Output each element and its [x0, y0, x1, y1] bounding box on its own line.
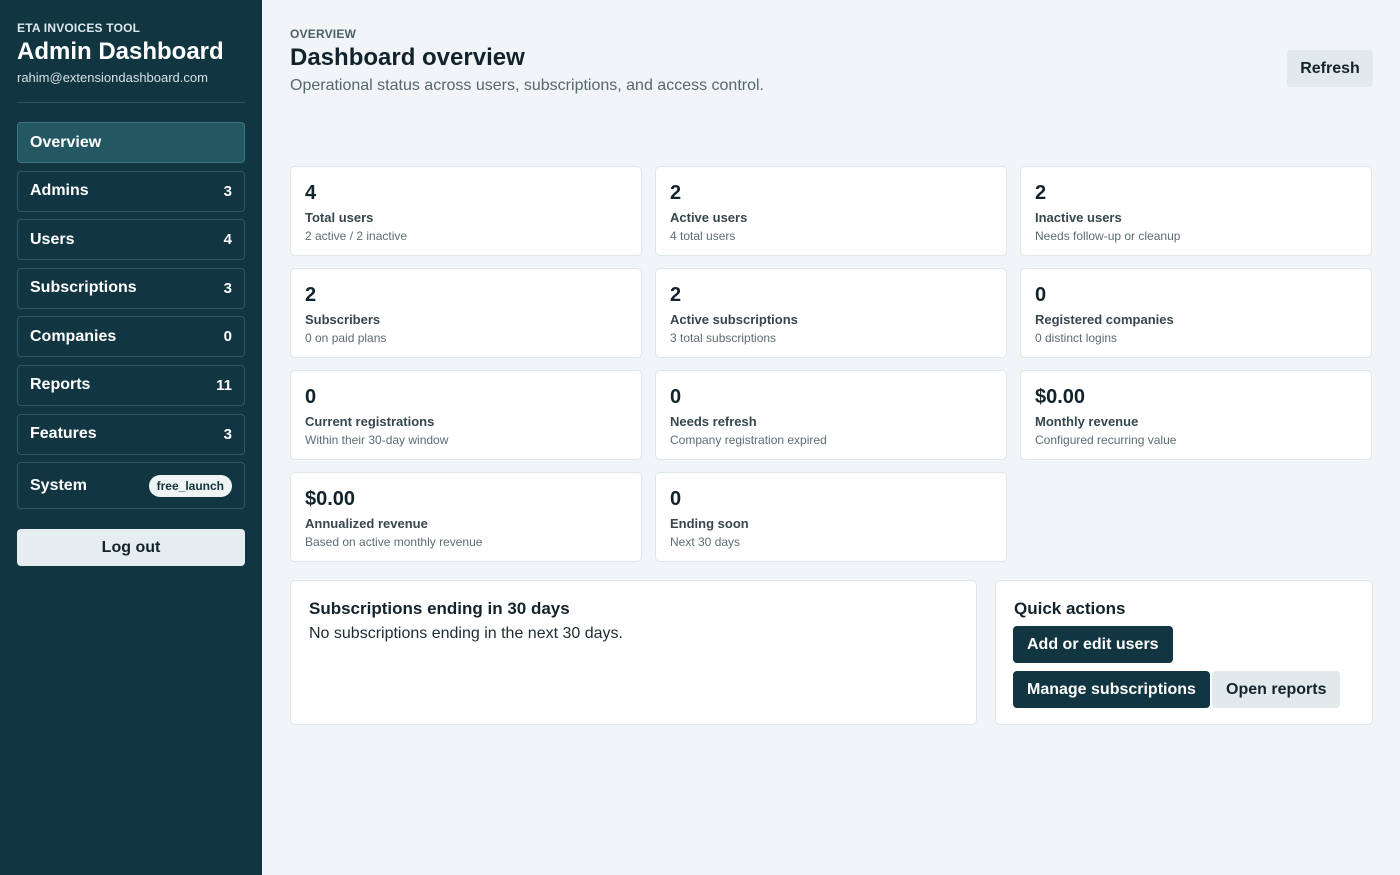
stat-label: Total users — [305, 210, 374, 225]
sidebar-item-label: System — [30, 476, 87, 494]
stat-card-needs-refresh: 0 Needs refresh Company registration exp… — [655, 370, 1007, 460]
stat-subtext: Based on active monthly revenue — [305, 535, 483, 549]
stat-card-inactive-users: 2 Inactive users Needs follow-up or clea… — [1020, 166, 1372, 256]
sidebar-item-system[interactable]: System free_launch — [17, 462, 245, 510]
stat-label: Annualized revenue — [305, 516, 428, 531]
stat-value: 0 — [305, 386, 317, 408]
stat-card-subscribers: 2 Subscribers 0 on paid plans — [290, 268, 642, 358]
stat-subtext: Needs follow-up or cleanup — [1035, 229, 1181, 243]
stat-label: Monthly revenue — [1035, 414, 1139, 429]
app-title: Admin Dashboard — [17, 38, 224, 65]
stat-subtext: 3 total subscriptions — [670, 331, 777, 345]
stat-card-monthly-revenue: $0.00 Monthly revenue Configured recurri… — [1020, 370, 1372, 460]
main-content: OVERVIEW Dashboard overview Operational … — [262, 0, 1400, 875]
stat-subtext: 4 total users — [670, 229, 736, 243]
sidebar-item-companies[interactable]: Companies 0 — [17, 316, 245, 358]
stat-value: $0.00 — [1035, 386, 1086, 408]
stat-label: Ending soon — [670, 516, 749, 531]
sidebar-item-count: 0 — [223, 328, 232, 346]
stat-value: $0.00 — [305, 488, 356, 510]
stat-label: Active users — [670, 210, 748, 225]
stat-label: Current registrations — [305, 414, 435, 429]
refresh-button[interactable]: Refresh — [1287, 50, 1373, 87]
app-kicker: ETA INVOICES TOOL — [17, 21, 141, 35]
panel-title: Quick actions — [1014, 599, 1126, 618]
open-reports-button[interactable]: Open reports — [1212, 671, 1341, 708]
logout-button[interactable]: Log out — [17, 529, 245, 566]
sidebar-item-label: Subscriptions — [30, 279, 137, 297]
stat-card-total-users: 4 Total users 2 active / 2 inactive — [290, 166, 642, 256]
sidebar-item-label: Features — [30, 425, 97, 443]
sidebar-item-label: Reports — [30, 376, 91, 394]
stat-value: 0 — [670, 386, 682, 408]
sidebar-item-label: Users — [30, 230, 75, 248]
ending-subscriptions-panel: Subscriptions ending in 30 days No subsc… — [290, 580, 977, 725]
sidebar-item-count: 3 — [223, 279, 232, 297]
add-users-button[interactable]: Add or edit users — [1013, 626, 1173, 663]
stat-label: Active subscriptions — [670, 312, 798, 327]
sidebar-item-count: 3 — [223, 425, 232, 443]
stat-card-ending-soon: 0 Ending soon Next 30 days — [655, 472, 1007, 562]
sidebar: ETA INVOICES TOOL Admin Dashboard rahim@… — [0, 0, 262, 875]
stat-card-annualized-revenue: $0.00 Annualized revenue Based on active… — [290, 472, 642, 562]
stat-value: 2 — [670, 182, 682, 204]
page-eyebrow: OVERVIEW — [290, 27, 357, 41]
stat-subtext: 0 on paid plans — [305, 331, 387, 345]
sidebar-item-overview[interactable]: Overview — [17, 122, 245, 163]
sidebar-item-features[interactable]: Features 3 — [17, 413, 245, 455]
page-subtitle: Operational status across users, subscri… — [290, 77, 764, 94]
plan-badge: free_launch — [148, 474, 232, 497]
manage-subscriptions-button[interactable]: Manage subscriptions — [1013, 671, 1210, 708]
stat-card-registered-companies: 0 Registered companies 0 distinct logins — [1020, 268, 1372, 358]
stat-subtext: Next 30 days — [670, 535, 741, 549]
sidebar-item-label: Admins — [30, 182, 89, 200]
page-title: Dashboard overview — [290, 44, 525, 71]
stat-label: Subscribers — [305, 312, 381, 327]
stat-subtext: 2 active / 2 inactive — [305, 229, 408, 243]
sidebar-item-reports[interactable]: Reports 11 — [17, 364, 245, 406]
stat-value: 2 — [1035, 182, 1047, 204]
sidebar-item-count: 3 — [223, 182, 232, 200]
sidebar-item-count: 4 — [223, 231, 232, 249]
stat-subtext: Company registration expired — [670, 433, 827, 447]
empty-state-text: No subscriptions ending in the next 30 d… — [309, 625, 623, 642]
stat-label: Inactive users — [1035, 210, 1122, 225]
sidebar-item-label: Companies — [30, 327, 117, 345]
stat-value: 2 — [305, 284, 317, 306]
sidebar-item-count: 11 — [216, 376, 232, 394]
stat-subtext: Configured recurring value — [1035, 433, 1177, 447]
stat-value: 2 — [670, 284, 682, 306]
stat-subtext: Within their 30-day window — [305, 433, 449, 447]
stat-label: Registered companies — [1035, 312, 1174, 327]
sidebar-nav: Overview Admins 3 Users 4 Subscriptions … — [17, 122, 245, 517]
stat-value: 0 — [1035, 284, 1047, 306]
sidebar-item-admins[interactable]: Admins 3 — [17, 170, 245, 212]
stat-card-current-registrations: 0 Current registrations Within their 30-… — [290, 370, 642, 460]
stat-label: Needs refresh — [670, 414, 757, 429]
quick-actions-panel: Quick actions Add or edit users Manage s… — [995, 580, 1373, 725]
stat-value: 4 — [305, 182, 317, 204]
user-email: rahim@extensiondashboard.com — [17, 70, 208, 85]
stat-card-active-users: 2 Active users 4 total users — [655, 166, 1007, 256]
sidebar-item-label: Overview — [30, 133, 102, 151]
panel-title: Subscriptions ending in 30 days — [309, 599, 570, 618]
stat-value: 0 — [670, 488, 682, 510]
stat-card-active-subscriptions: 2 Active subscriptions 3 total subscript… — [655, 268, 1007, 358]
sidebar-item-users[interactable]: Users 4 — [17, 219, 245, 261]
stat-subtext: 0 distinct logins — [1035, 331, 1118, 345]
sidebar-divider — [17, 102, 245, 103]
sidebar-item-subscriptions[interactable]: Subscriptions 3 — [17, 267, 245, 309]
